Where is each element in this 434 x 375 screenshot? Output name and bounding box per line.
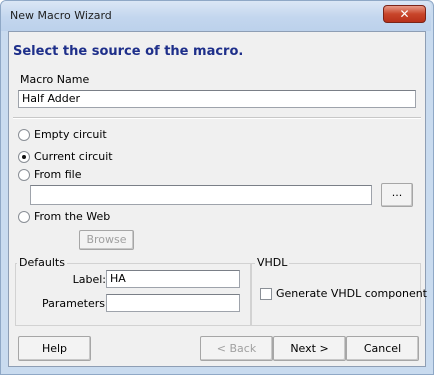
- page-heading: Select the source of the macro.: [13, 44, 244, 59]
- radio-current-circuit[interactable]: Current circuit: [18, 150, 168, 164]
- radio-from-file[interactable]: From file: [18, 168, 168, 182]
- radio-from-file-label[interactable]: From file: [34, 168, 82, 181]
- radio-current-circuit-label[interactable]: Current circuit: [34, 150, 113, 163]
- radio-empty-circuit[interactable]: Empty circuit: [18, 128, 168, 142]
- close-icon[interactable]: ✕: [399, 7, 409, 21]
- back-button[interactable]: < Back: [200, 336, 273, 361]
- radio-from-web-label[interactable]: From the Web: [34, 210, 110, 223]
- radio-from-file-button[interactable]: [18, 169, 30, 181]
- radio-current-circuit-button[interactable]: [18, 151, 30, 163]
- label-input[interactable]: HA: [106, 270, 240, 288]
- browse-web-button[interactable]: Browse: [79, 230, 134, 250]
- close-button[interactable]: ✕: [383, 5, 426, 23]
- generate-vhdl-checkbox[interactable]: Generate VHDL component: [260, 287, 427, 301]
- parameters-input[interactable]: [106, 294, 240, 312]
- macro-name-label: Macro Name: [20, 73, 90, 86]
- vhdl-group-title: VHDL: [255, 256, 290, 269]
- parameters-caption: Parameters:: [42, 297, 109, 310]
- radio-empty-circuit-button[interactable]: [18, 129, 30, 141]
- help-button[interactable]: Help: [18, 336, 91, 361]
- window-title: New Macro Wizard: [10, 9, 112, 22]
- radio-from-web-button[interactable]: [18, 211, 30, 223]
- cancel-button[interactable]: Cancel: [346, 336, 419, 361]
- macro-name-input[interactable]: Half Adder: [18, 90, 416, 108]
- browse-file-button[interactable]: ...: [381, 183, 413, 207]
- label-caption: Label:: [72, 273, 106, 286]
- separator: [13, 117, 421, 119]
- radio-selected-dot: [22, 155, 26, 159]
- next-button[interactable]: Next >: [273, 336, 346, 361]
- radio-from-web[interactable]: From the Web: [18, 210, 168, 224]
- radio-empty-circuit-label[interactable]: Empty circuit: [34, 128, 107, 141]
- generate-vhdl-label[interactable]: Generate VHDL component: [276, 287, 427, 300]
- generate-vhdl-checkbox-box[interactable]: [260, 288, 272, 300]
- file-path-input[interactable]: [30, 185, 372, 205]
- defaults-group-title: Defaults: [17, 256, 67, 269]
